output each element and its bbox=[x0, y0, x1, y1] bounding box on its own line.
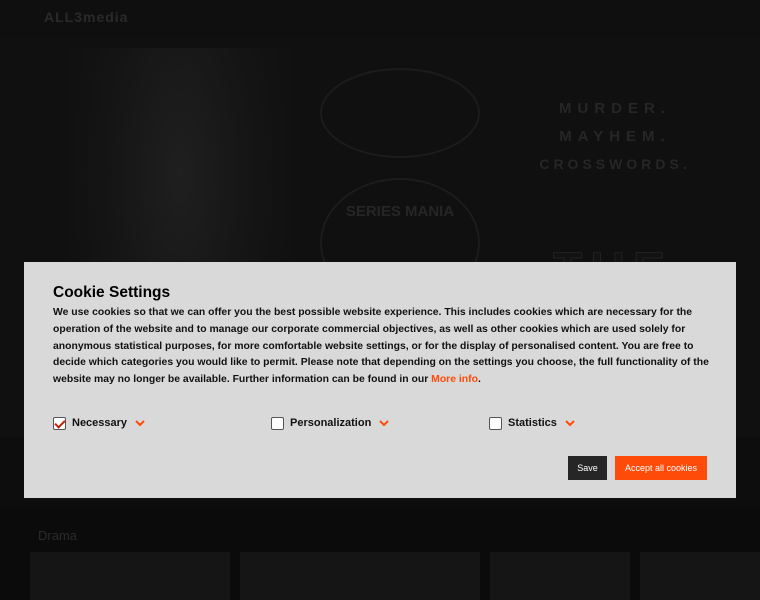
cookie-settings-dialog: Cookie Settings We use cookies so that w… bbox=[24, 262, 736, 498]
more-info-link[interactable]: More info bbox=[431, 374, 478, 385]
necessary-label: Necessary bbox=[72, 417, 128, 429]
statistics-checkbox[interactable] bbox=[489, 416, 502, 430]
chevron-down-icon[interactable] bbox=[564, 417, 576, 429]
thumbnail-row bbox=[30, 552, 760, 600]
necessary-checkbox[interactable] bbox=[53, 416, 66, 430]
thumbnail[interactable] bbox=[490, 552, 630, 600]
hero-tagline-1: MURDER. bbox=[559, 100, 671, 117]
thumbnail[interactable] bbox=[30, 552, 230, 600]
section-label: Drama bbox=[38, 528, 78, 543]
chevron-down-icon[interactable] bbox=[134, 417, 146, 429]
option-statistics[interactable]: Statistics bbox=[489, 413, 576, 433]
top-navigation-bar: ALL3media bbox=[0, 0, 760, 38]
save-button[interactable]: Save bbox=[568, 456, 607, 480]
cookie-category-options: Necessary Personalization Statistics bbox=[53, 413, 713, 433]
option-personalization[interactable]: Personalization bbox=[271, 413, 390, 433]
cookie-dialog-body: We use cookies so that we can offer you … bbox=[53, 305, 715, 389]
accept-all-cookies-button[interactable]: Accept all cookies bbox=[615, 456, 707, 480]
thumbnail[interactable] bbox=[240, 552, 480, 600]
award-text: SERIES MANIA bbox=[345, 203, 455, 220]
thumbnail[interactable] bbox=[640, 552, 760, 600]
hero-tagline-2: MAYHEM. bbox=[559, 128, 671, 145]
personalization-label: Personalization bbox=[290, 417, 372, 429]
site-logo[interactable]: ALL3media bbox=[44, 9, 128, 25]
option-necessary[interactable]: Necessary bbox=[53, 413, 146, 433]
award-laurel-top bbox=[320, 68, 480, 158]
cookie-body-end: . bbox=[477, 374, 481, 386]
personalization-checkbox[interactable] bbox=[271, 416, 284, 430]
cookie-body-text: We use cookies so that we can offer you … bbox=[53, 307, 709, 386]
chevron-down-icon[interactable] bbox=[378, 417, 390, 429]
cookie-dialog-title: Cookie Settings bbox=[53, 284, 171, 301]
hero-tagline-3: CROSSWORDS. bbox=[539, 156, 691, 172]
statistics-label: Statistics bbox=[508, 417, 557, 429]
